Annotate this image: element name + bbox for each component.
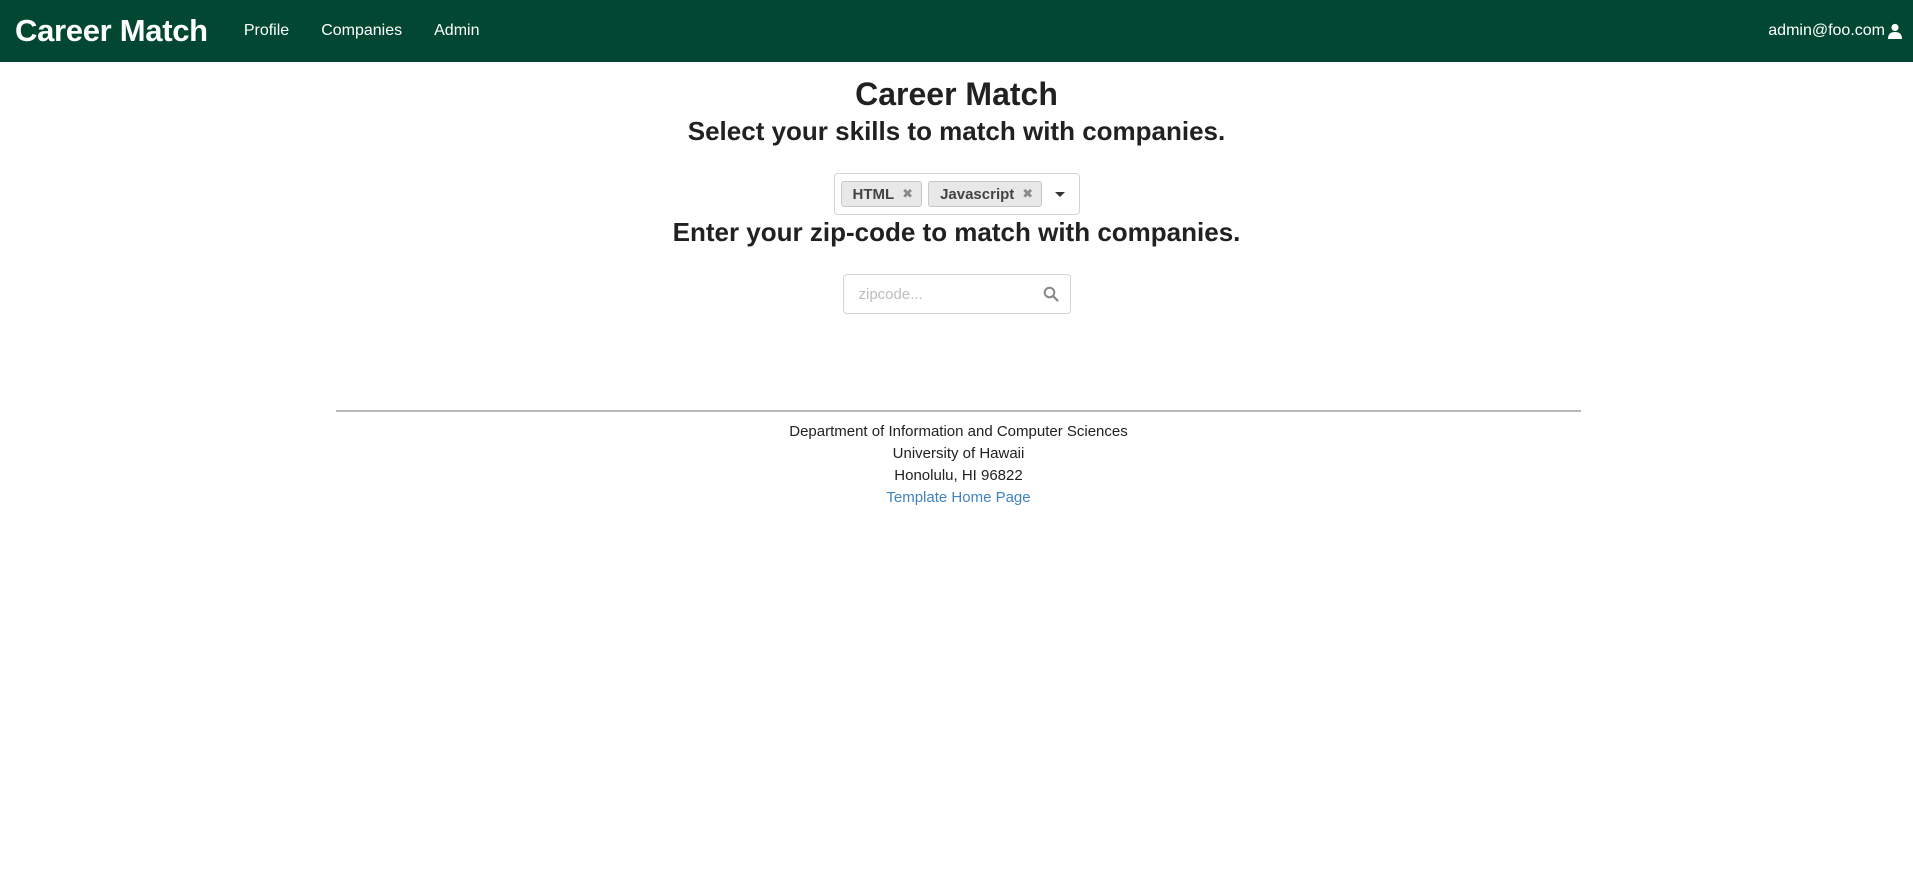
dropdown-caret-icon[interactable] <box>1054 192 1065 197</box>
remove-javascript-icon[interactable]: ✖ <box>1022 186 1033 202</box>
brand-link[interactable]: Career Match <box>15 13 208 49</box>
skills-heading: Select your skills to match with compani… <box>687 116 1226 146</box>
nav-item-profile[interactable]: Profile <box>244 22 289 40</box>
skills-multiselect-dropdown[interactable]: HTML ✖ Javascript ✖ <box>833 173 1080 215</box>
skill-chip-html: HTML ✖ <box>840 181 923 207</box>
skill-chip-javascript: Javascript ✖ <box>928 181 1043 207</box>
skill-chip-label: Javascript <box>940 185 1015 203</box>
skill-chip-label: HTML <box>852 185 895 203</box>
user-icon <box>1888 23 1902 39</box>
user-email: admin@foo.com <box>1768 22 1885 39</box>
main-content: Career Match Select your skills to match… <box>0 62 1913 314</box>
zipcode-input[interactable] <box>842 274 1071 314</box>
zip-heading: Enter your zip-code to match with compan… <box>672 217 1241 247</box>
footer-university: University of Hawaii <box>892 445 1025 462</box>
nav-item-admin[interactable]: Admin <box>434 22 479 40</box>
remove-html-icon[interactable]: ✖ <box>902 186 913 202</box>
template-home-link[interactable]: Template Home Page <box>886 489 1030 506</box>
top-navbar: Career Match Profile Companies Admin adm… <box>0 0 1913 62</box>
footer-department: Department of Information and Computer S… <box>789 423 1128 440</box>
footer-address: Honolulu, HI 96822 <box>894 467 1023 484</box>
zip-search <box>842 274 1071 314</box>
user-menu[interactable]: admin@foo.com <box>1768 0 1903 62</box>
search-icon <box>1043 286 1059 302</box>
page-title: Career Match <box>855 76 1058 112</box>
footer: Department of Information and Computer S… <box>336 410 1581 509</box>
nav-item-companies[interactable]: Companies <box>321 22 402 40</box>
